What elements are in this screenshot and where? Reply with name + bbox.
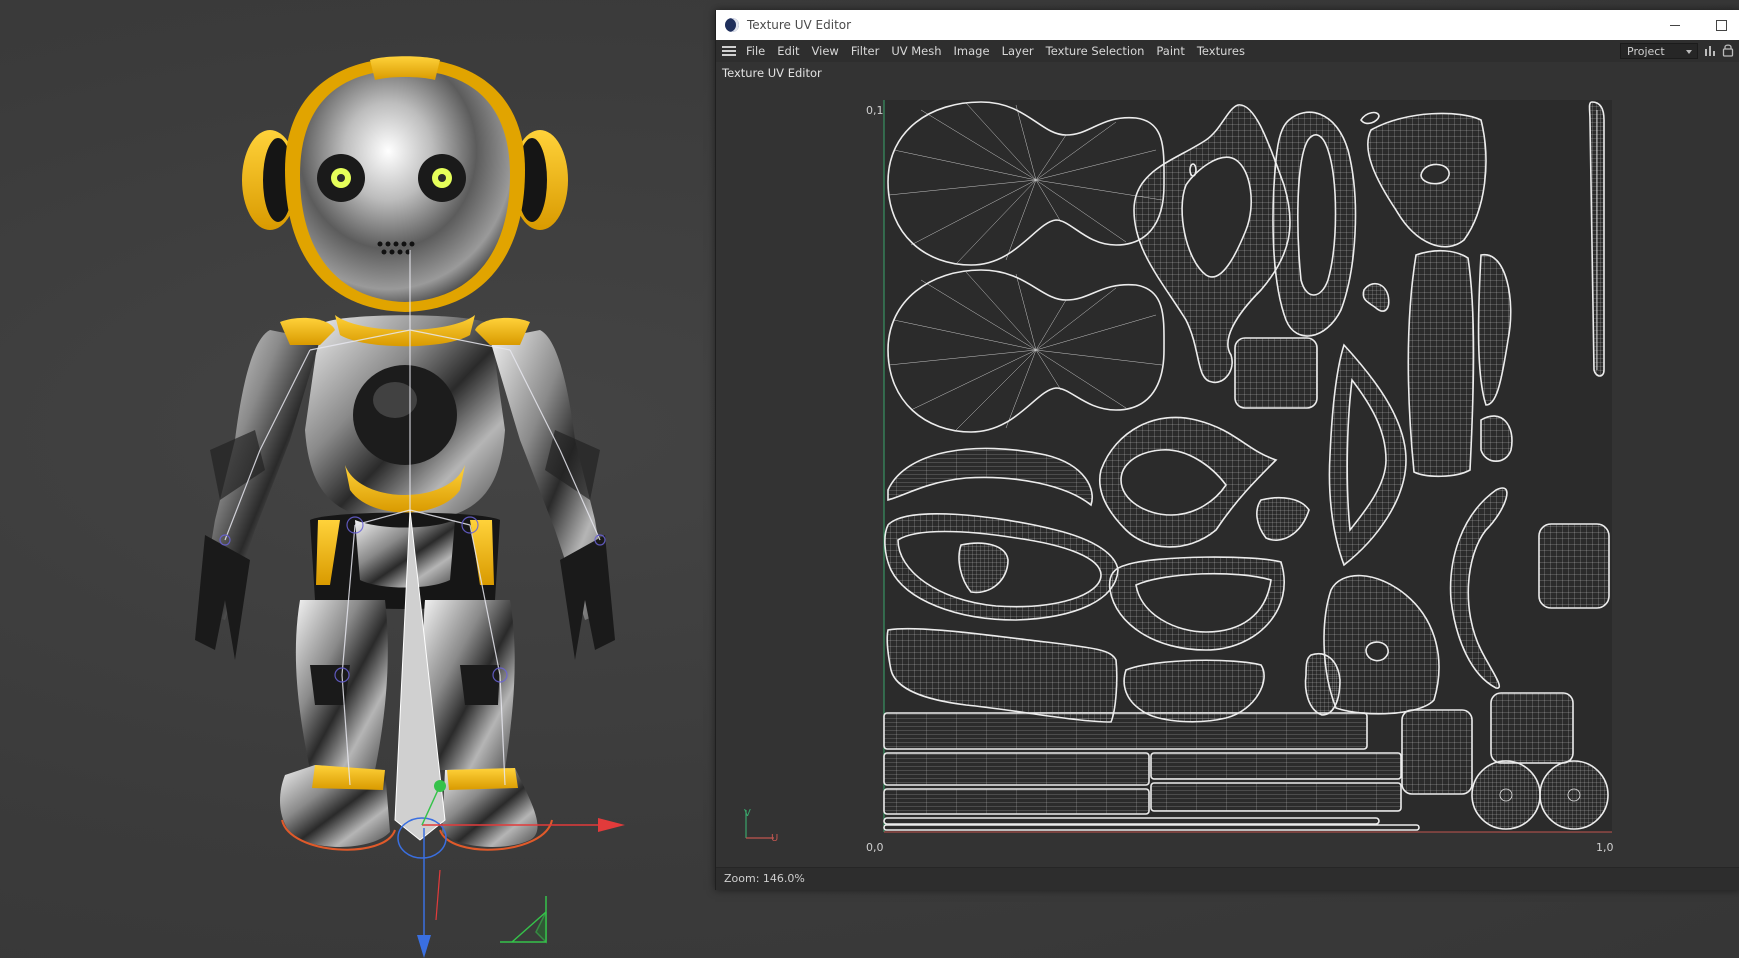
uv-island-disc-a[interactable] [1471,760,1541,830]
uv-island-strip-d[interactable] [883,788,1150,815]
uv-coord-bottom-right: 1,0 [1596,841,1614,854]
uv-coord-bottom-left: 0,0 [866,841,884,854]
uv-island-small-drop[interactable] [1304,653,1341,716]
z-axis-arrow-icon[interactable] [417,935,431,958]
y-axis-handle-icon[interactable] [434,780,446,792]
uv-island-square-c[interactable] [1401,709,1473,795]
world-axis-icon [500,896,547,944]
uv-island-strip-g[interactable] [883,824,1420,831]
uv-island-body-panel[interactable] [1407,249,1475,478]
robot-head [285,56,525,312]
uv-island-strip-e[interactable] [1150,782,1402,812]
robot-torso [305,315,505,609]
uv-island-square-a[interactable] [1234,337,1318,409]
robot-scene [195,56,625,958]
uv-island-strip-f[interactable] [883,817,1380,825]
uv-island-square-b[interactable] [1538,523,1610,609]
uv-canvas[interactable]: V U [716,10,1739,890]
uv-coord-top-left: 0,1 [866,104,884,117]
gizmo-u-label: U [771,833,778,844]
texture-uv-editor-window[interactable]: Texture UV Editor File Edit View Filter … [715,10,1739,890]
uv-island-strip-a[interactable] [883,712,1368,750]
uv-island-disc-b[interactable] [1539,760,1609,830]
uv-island-square-d[interactable] [1490,692,1574,764]
uv-island-small-cap[interactable] [1480,415,1513,463]
uv-island-head-bottom[interactable] [887,269,1165,433]
uv-island-strip-c[interactable] [1150,752,1402,780]
status-bar: Zoom: 146.0% [716,867,1739,890]
uv-axis-gizmo: V U [744,808,778,844]
gizmo-v-label: V [744,808,751,819]
x-axis-arrow-icon[interactable] [598,818,625,832]
uv-island-strip-b[interactable] [883,752,1150,786]
zoom-level: Zoom: 146.0% [724,872,805,885]
uv-island-head-top[interactable] [887,101,1165,266]
